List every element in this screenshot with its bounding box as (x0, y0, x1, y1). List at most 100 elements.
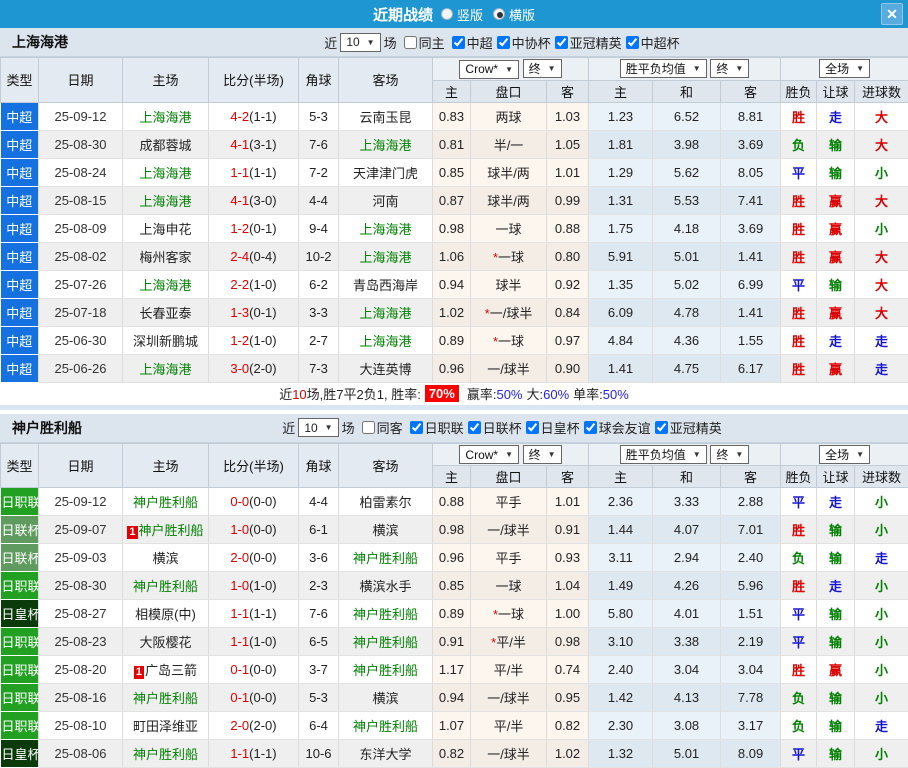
checkbox-icon[interactable] (526, 421, 539, 434)
league-filter-checkbox[interactable]: 中超 (448, 33, 493, 52)
away-team-cell[interactable]: 天津津门虎 (339, 158, 433, 186)
away-team-cell[interactable]: 河南 (339, 186, 433, 214)
league-filter-checkbox[interactable]: 日皇杯 (522, 418, 580, 437)
bookmaker-select[interactable]: Crow*▼ (459, 60, 519, 79)
home-team-cell[interactable]: 上海海港 (123, 158, 209, 186)
home-team-cell[interactable]: 长春亚泰 (123, 298, 209, 326)
checkbox-icon[interactable] (362, 421, 375, 434)
away-team-cell[interactable]: 青岛西海岸 (339, 270, 433, 298)
team-name[interactable]: 横滨 (372, 691, 398, 706)
away-team-cell[interactable]: 大连英博 (339, 354, 433, 382)
home-team-cell[interactable]: 上海海港 (123, 186, 209, 214)
team-name[interactable]: 大阪樱花 (139, 635, 191, 650)
team-name[interactable]: 神户胜利船 (139, 523, 204, 538)
checkbox-icon[interactable] (497, 36, 510, 49)
away-team-cell[interactable]: 神户胜利船 (339, 544, 433, 572)
away-team-cell[interactable]: 横滨 (339, 684, 433, 712)
away-team-cell[interactable]: 云南玉昆 (339, 102, 433, 130)
full-match-select[interactable]: 全场▼ (819, 445, 870, 464)
team-name[interactable]: 河南 (372, 194, 398, 209)
league-filter-checkbox[interactable]: 亚冠精英 (551, 33, 622, 52)
home-team-cell[interactable]: 神户胜利船 (123, 740, 209, 768)
home-team-cell[interactable]: 相模原(中) (123, 600, 209, 628)
team-name[interactable]: 神户胜利船 (133, 747, 198, 762)
home-team-cell[interactable]: 成都蓉城 (123, 130, 209, 158)
final-odds-select[interactable]: 终▼ (523, 445, 562, 464)
league-filter-checkbox[interactable]: 日职联 (406, 418, 464, 437)
team-name[interactable]: 上海海港 (139, 362, 191, 377)
home-team-cell[interactable]: 深圳新鹏城 (123, 326, 209, 354)
league-filter-checkbox[interactable]: 球会友谊 (580, 418, 651, 437)
team-name[interactable]: 东洋大学 (359, 747, 411, 762)
checkbox-icon[interactable] (404, 36, 417, 49)
team-name[interactable]: 成都蓉城 (139, 138, 191, 153)
home-team-cell[interactable]: 大阪樱花 (123, 628, 209, 656)
team-name[interactable]: 云南玉昆 (359, 110, 411, 125)
avg-odds-select[interactable]: 胜平负均值▼ (620, 59, 707, 78)
away-team-cell[interactable]: 神户胜利船 (339, 600, 433, 628)
team-name[interactable]: 上海海港 (139, 110, 191, 125)
team-name[interactable]: 上海海港 (359, 250, 411, 265)
team-name[interactable]: 神户胜利船 (353, 551, 418, 566)
radio-vertical-layout[interactable]: 竖版 (441, 5, 483, 24)
team-name[interactable]: 长春亚泰 (139, 306, 191, 321)
home-team-cell[interactable]: 神户胜利船 (123, 684, 209, 712)
team-name[interactable]: 青岛西海岸 (353, 278, 418, 293)
team-name[interactable]: 上海海港 (139, 278, 191, 293)
checkbox-icon[interactable] (584, 421, 597, 434)
away-team-cell[interactable]: 柏雷素尔 (339, 488, 433, 516)
team-name[interactable]: 町田泽维亚 (133, 719, 198, 734)
close-icon[interactable]: ✕ (881, 3, 903, 25)
checkbox-icon[interactable] (452, 36, 465, 49)
team-name[interactable]: 横滨水手 (359, 579, 411, 594)
away-team-cell[interactable]: 上海海港 (339, 326, 433, 354)
home-team-cell[interactable]: 上海申花 (123, 214, 209, 242)
home-team-cell[interactable]: 上海海港 (123, 102, 209, 130)
away-team-cell[interactable]: 东洋大学 (339, 740, 433, 768)
team-name[interactable]: 上海海港 (139, 166, 191, 181)
away-team-cell[interactable]: 上海海港 (339, 214, 433, 242)
team-name[interactable]: 上海海港 (359, 222, 411, 237)
league-filter-checkbox[interactable]: 中协杯 (493, 33, 551, 52)
team-name[interactable]: 神户胜利船 (353, 635, 418, 650)
home-team-cell[interactable]: 1神户胜利船 (123, 516, 209, 544)
team-name[interactable]: 神户胜利船 (133, 579, 198, 594)
team-name[interactable]: 上海海港 (359, 306, 411, 321)
league-filter-checkbox[interactable]: 日联杯 (464, 418, 522, 437)
away-team-cell[interactable]: 横滨水手 (339, 572, 433, 600)
league-filter-checkbox[interactable]: 亚冠精英 (651, 418, 722, 437)
checkbox-icon[interactable] (410, 421, 423, 434)
same-venue-checkbox[interactable]: 同主 (400, 33, 445, 52)
final-odds-select[interactable]: 终▼ (523, 59, 562, 78)
team-name[interactable]: 大连英博 (359, 362, 411, 377)
checkbox-icon[interactable] (626, 36, 639, 49)
team-name[interactable]: 梅州客家 (139, 250, 191, 265)
away-team-cell[interactable]: 神户胜利船 (339, 628, 433, 656)
team-name[interactable]: 横滨 (152, 551, 178, 566)
team-name[interactable]: 相模原(中) (135, 607, 196, 622)
team-name[interactable]: 神户胜利船 (133, 495, 198, 510)
home-team-cell[interactable]: 1广岛三箭 (123, 656, 209, 684)
checkbox-icon[interactable] (655, 421, 668, 434)
full-match-select[interactable]: 全场▼ (819, 59, 870, 78)
team-name[interactable]: 广岛三箭 (145, 663, 197, 678)
team-name[interactable]: 上海海港 (359, 334, 411, 349)
away-team-cell[interactable]: 上海海港 (339, 242, 433, 270)
home-team-cell[interactable]: 町田泽维亚 (123, 712, 209, 740)
final-avg-select[interactable]: 终▼ (710, 445, 749, 464)
match-count-select[interactable]: 10 ▼ (340, 33, 380, 52)
team-name[interactable]: 深圳新鹏城 (133, 334, 198, 349)
away-team-cell[interactable]: 横滨 (339, 516, 433, 544)
home-team-cell[interactable]: 神户胜利船 (123, 572, 209, 600)
final-avg-select[interactable]: 终▼ (710, 59, 749, 78)
team-name[interactable]: 神户胜利船 (353, 663, 418, 678)
avg-odds-select[interactable]: 胜平负均值▼ (620, 445, 707, 464)
match-count-select[interactable]: 10 ▼ (298, 418, 338, 437)
same-venue-checkbox[interactable]: 同客 (358, 418, 403, 437)
team-name[interactable]: 横滨 (372, 523, 398, 538)
home-team-cell[interactable]: 神户胜利船 (123, 488, 209, 516)
team-name[interactable]: 上海海港 (139, 194, 191, 209)
team-name[interactable]: 柏雷素尔 (359, 495, 411, 510)
league-filter-checkbox[interactable]: 中超杯 (622, 33, 680, 52)
team-name[interactable]: 神户胜利船 (133, 691, 198, 706)
